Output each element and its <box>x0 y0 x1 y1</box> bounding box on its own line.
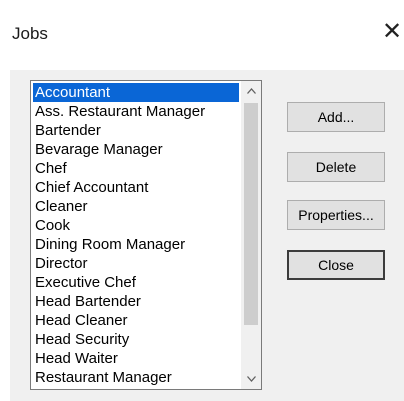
jobs-list: Accountant Ass. Restaurant Manager Bartend… <box>33 83 239 387</box>
list-item[interactable]: Executive Chef <box>33 273 239 292</box>
jobs-dialog: Jobs ✕ Accountant Ass. Restaurant Manager… <box>0 0 404 401</box>
list-item[interactable]: Bevarage Manager <box>33 140 239 159</box>
chevron-down-icon[interactable] <box>241 369 261 389</box>
list-item[interactable]: Head Bartender <box>33 292 239 311</box>
vertical-scrollbar[interactable] <box>241 81 261 389</box>
list-item[interactable]: Restaurant Manager <box>33 368 239 387</box>
list-item[interactable]: Cleaner <box>33 197 239 216</box>
list-item[interactable]: Director <box>33 254 239 273</box>
list-item[interactable]: Accountant <box>33 83 239 102</box>
close-icon[interactable]: ✕ <box>382 17 402 47</box>
close-button[interactable]: Close <box>287 250 385 280</box>
list-item[interactable]: Head Waiter <box>33 349 239 368</box>
list-item[interactable]: Bartender <box>33 121 239 140</box>
list-item[interactable]: Head Security <box>33 330 239 349</box>
list-item[interactable]: Ass. Restaurant Manager <box>33 102 239 121</box>
list-item[interactable]: Dining Room Manager <box>33 235 239 254</box>
list-item[interactable]: Cook <box>33 216 239 235</box>
window-title: Jobs <box>12 24 48 43</box>
list-item[interactable]: Chief Accountant <box>33 178 239 197</box>
list-item[interactable]: Chef <box>33 159 239 178</box>
properties-button[interactable]: Properties... <box>287 200 385 230</box>
scroll-thumb[interactable] <box>244 103 258 325</box>
delete-button[interactable]: Delete <box>287 152 385 182</box>
add-button[interactable]: Add... <box>287 102 385 132</box>
list-item[interactable]: Head Cleaner <box>33 311 239 330</box>
title-bar: Jobs ✕ <box>0 0 404 70</box>
jobs-listbox[interactable]: Accountant Ass. Restaurant Manager Bartend… <box>30 80 262 390</box>
chevron-up-icon[interactable] <box>241 81 261 101</box>
dialog-body: Accountant Ass. Restaurant Manager Bartend… <box>10 70 404 401</box>
